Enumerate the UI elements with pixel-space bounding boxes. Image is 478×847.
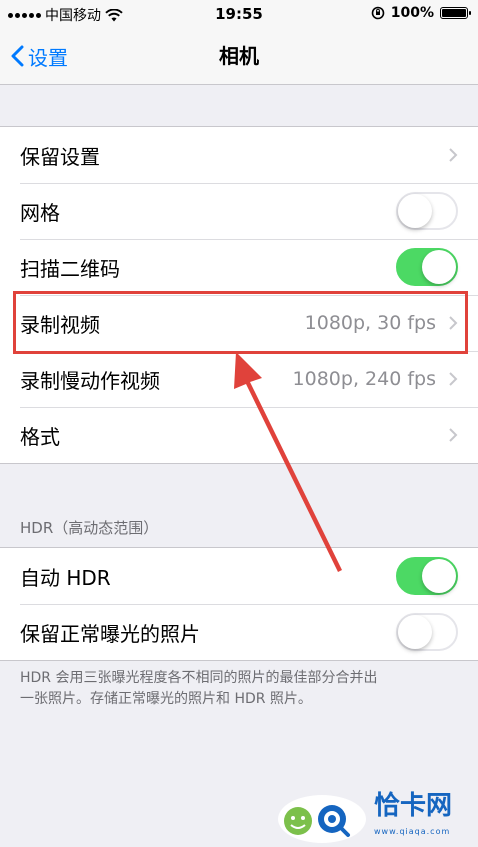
- battery-icon: [440, 7, 471, 19]
- watermark-url: www.qiaqa.com: [374, 827, 451, 836]
- row-label: 录制慢动作视频: [20, 368, 160, 393]
- record-slomo-row[interactable]: 录制慢动作视频 1080p, 240 fps: [0, 351, 478, 407]
- annotation-highlight-box: [13, 291, 468, 354]
- status-bar: 中国移动 19:55 100%: [0, 0, 478, 28]
- grid-row: 网格: [0, 183, 478, 239]
- watermark-logo: [278, 795, 366, 843]
- chevron-right-icon: [449, 148, 458, 162]
- page-title: 相机: [219, 44, 259, 68]
- hdr-footer-note: HDR 会用三张曝光程度各不相同的照片的最佳部分合并出 一张照片。存储正常曝光的…: [20, 668, 460, 710]
- watermark: 恰卡网 www.qiaqa.com: [278, 792, 478, 846]
- chevron-right-icon: [449, 428, 458, 442]
- row-label: 格式: [20, 424, 60, 449]
- row-label: 扫描二维码: [20, 256, 120, 281]
- keep-normal-photo-row: 保留正常曝光的照片: [0, 604, 478, 660]
- chevron-right-icon: [449, 372, 458, 386]
- keep-normal-photo-toggle[interactable]: [396, 613, 458, 651]
- footer-line: HDR 会用三张曝光程度各不相同的照片的最佳部分合并出: [20, 670, 378, 686]
- navigation-bar: 设置 相机: [0, 28, 478, 85]
- toggle-knob: [398, 615, 432, 649]
- auto-hdr-row: 自动 HDR: [0, 548, 478, 604]
- row-label: 保留正常曝光的照片: [20, 621, 200, 646]
- footer-line: 一张照片。存储正常曝光的照片和 HDR 照片。: [20, 691, 312, 707]
- preserve-settings-row[interactable]: 保留设置: [0, 127, 478, 183]
- row-label: 网格: [20, 200, 60, 225]
- scan-qr-toggle[interactable]: [396, 248, 458, 286]
- row-value: 1080p, 240 fps: [292, 368, 436, 390]
- toggle-knob: [398, 194, 432, 228]
- row-label: 保留设置: [20, 144, 100, 169]
- status-right: 100%: [371, 5, 471, 21]
- formats-row[interactable]: 格式: [0, 407, 478, 463]
- toggle-knob: [422, 559, 456, 593]
- toggle-knob: [422, 250, 456, 284]
- scan-qr-row: 扫描二维码: [0, 239, 478, 295]
- row-label: 自动 HDR: [20, 565, 111, 590]
- hdr-section-header: HDR（高动态范围）: [20, 519, 159, 537]
- hdr-settings-group: 自动 HDR 保留正常曝光的照片: [0, 547, 478, 661]
- orientation-lock-icon: [371, 6, 385, 20]
- watermark-title: 恰卡网: [374, 791, 453, 821]
- watermark-text-block: 恰卡网 www.qiaqa.com: [374, 793, 452, 845]
- grid-toggle[interactable]: [396, 192, 458, 230]
- auto-hdr-toggle[interactable]: [396, 557, 458, 595]
- battery-percent: 100%: [390, 5, 434, 21]
